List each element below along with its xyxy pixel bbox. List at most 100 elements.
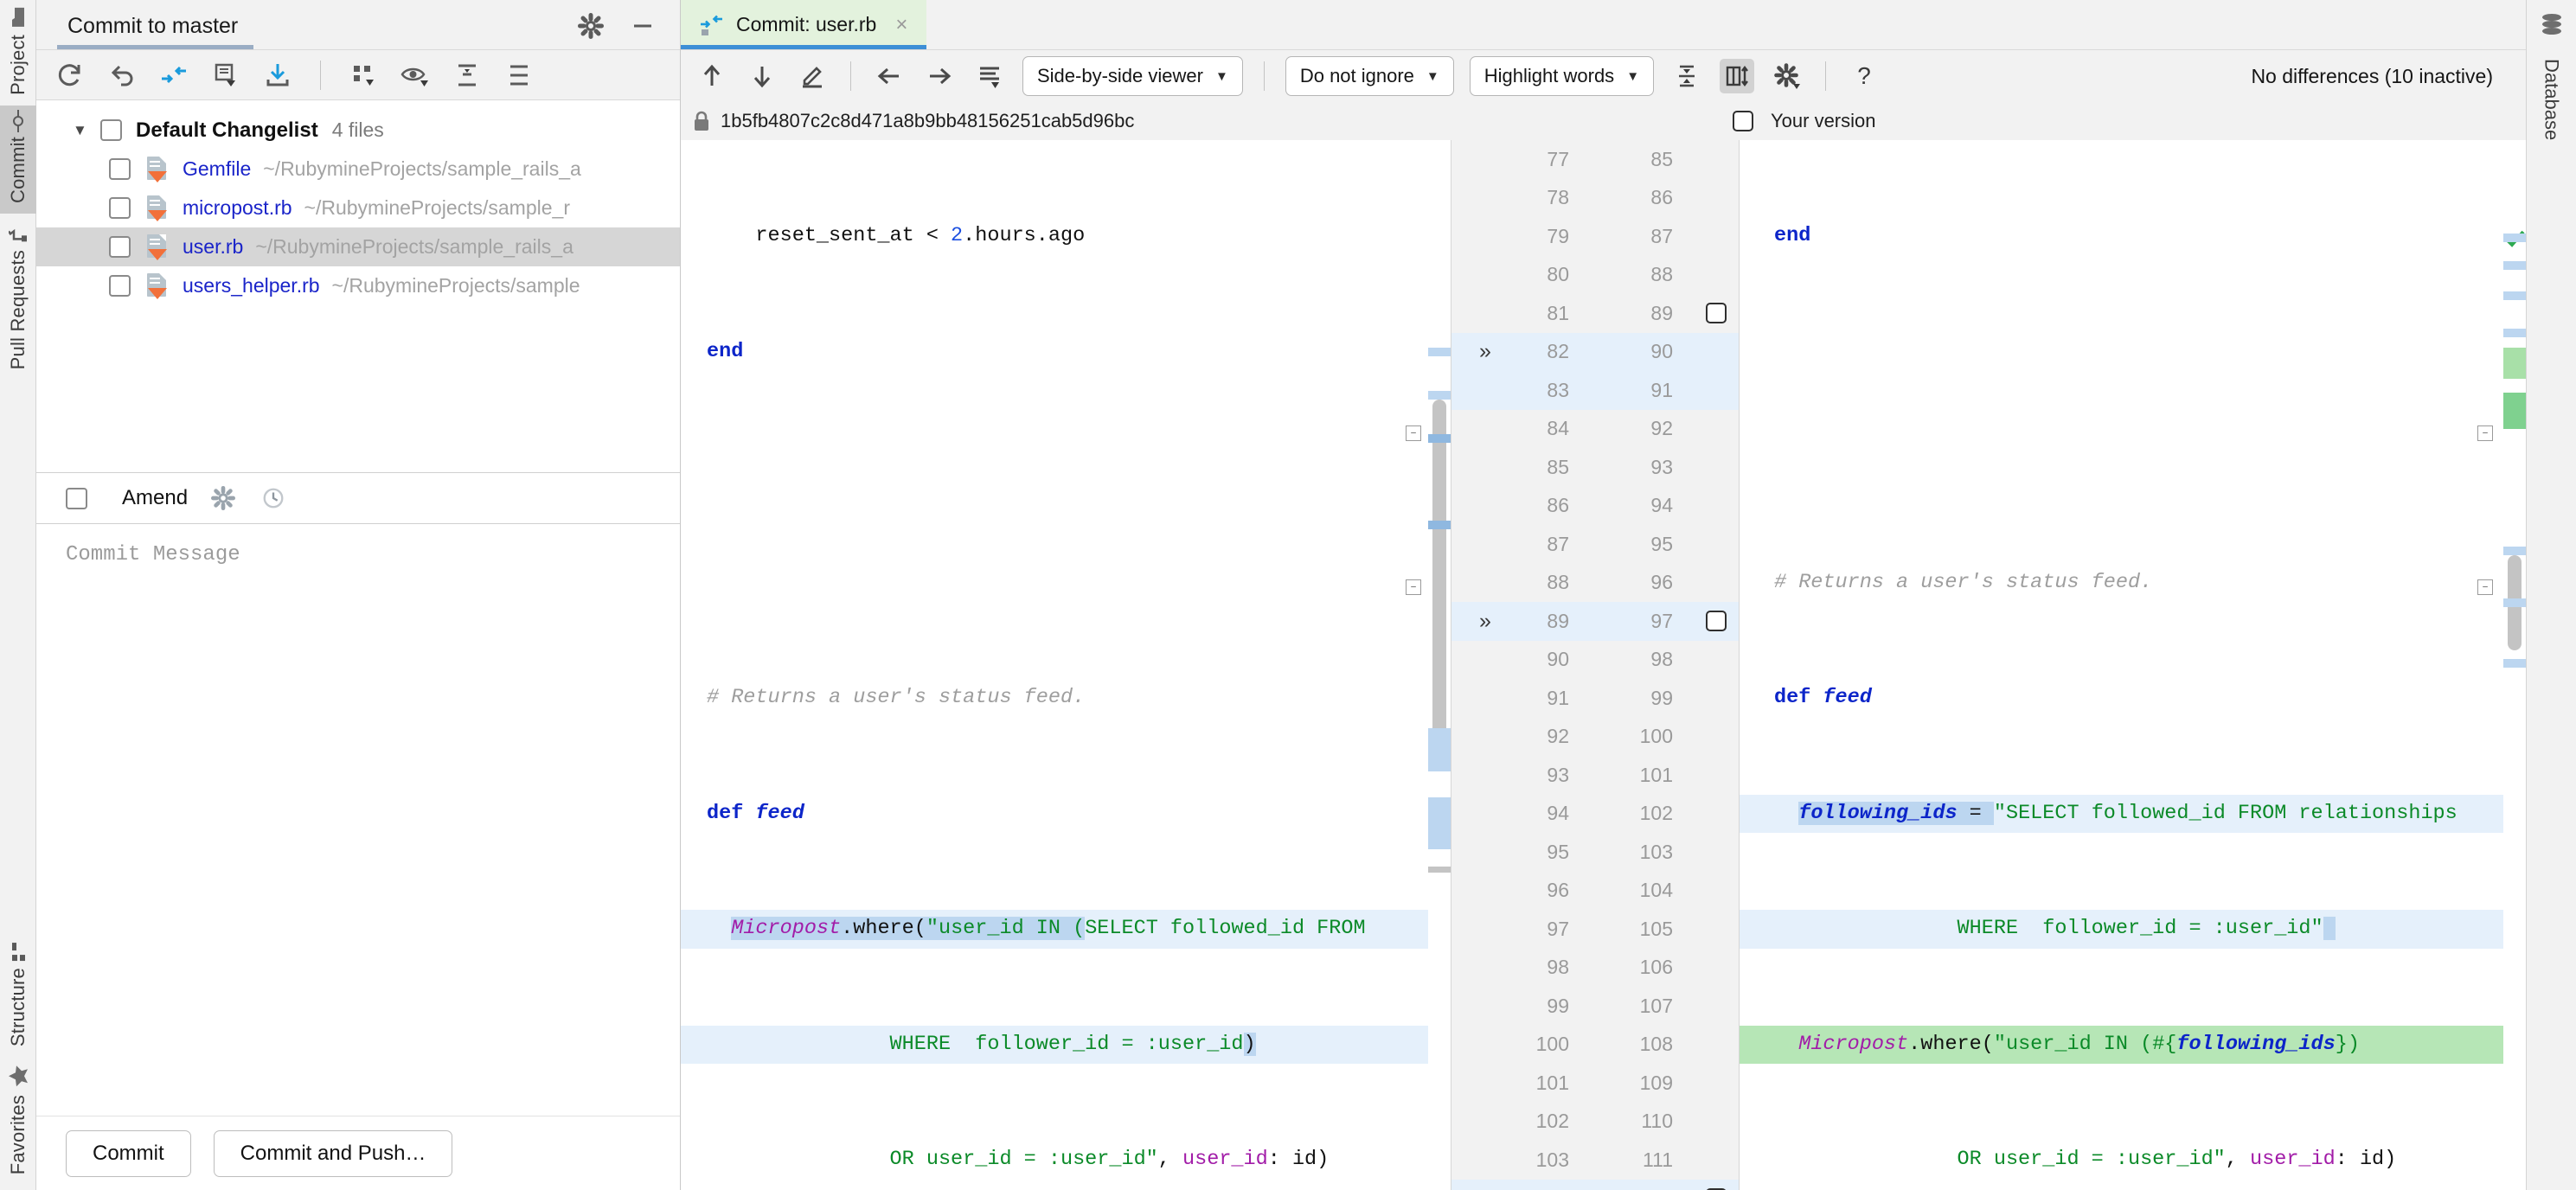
gutter-row-changed: »104112	[1451, 1180, 1739, 1190]
gutter-row: 8694	[1451, 487, 1739, 526]
shelve-icon[interactable]	[159, 61, 189, 90]
fold-marker[interactable]: –	[2477, 425, 2493, 441]
sidebar-tab-structure[interactable]: Structure	[7, 935, 29, 1057]
left-pane-scrollbar[interactable]	[1428, 140, 1451, 1190]
annotate-pencil-icon[interactable]	[795, 59, 830, 93]
right-line-number: 103	[1640, 841, 1673, 864]
file-checkbox[interactable]	[109, 275, 131, 297]
apply-change-icon[interactable]: »	[1479, 339, 1491, 364]
file-row-user[interactable]: user.rb ~/RubymineProjects/sample_rails_…	[36, 227, 680, 266]
accept-change-checkbox[interactable]	[1706, 611, 1727, 631]
show-diff-icon[interactable]	[211, 61, 240, 90]
update-project-icon[interactable]	[263, 61, 292, 90]
diff-settings-gear-icon[interactable]	[1770, 59, 1804, 93]
sidebar-tab-project[interactable]: Project	[7, 0, 29, 106]
commit-panel-toolbar	[36, 50, 680, 100]
sidebar-tab-favorites[interactable]: Favorites	[7, 1057, 29, 1185]
fold-marker[interactable]: –	[1406, 425, 1421, 441]
expand-all-icon[interactable]	[452, 61, 482, 90]
apply-change-icon[interactable]: »	[1479, 609, 1491, 634]
gutter-row: 8492	[1451, 410, 1739, 449]
gutter-row: 103111	[1451, 1141, 1739, 1180]
left-pane-header: 1b5fb4807c2c8d471a8b9bb48156251cab5d96bc	[681, 110, 1451, 132]
right-pane-checkbox[interactable]	[1733, 111, 1753, 131]
commit-history-clock-icon[interactable]	[259, 483, 288, 513]
minimize-icon[interactable]	[628, 11, 657, 41]
file-checkbox[interactable]	[109, 197, 131, 219]
code-line: def feed	[681, 795, 1451, 834]
viewer-mode-dropdown[interactable]: Side-by-side viewer ▼	[1022, 56, 1243, 96]
help-icon[interactable]: ?	[1847, 59, 1881, 93]
left-line-number: 102	[1536, 1110, 1569, 1133]
left-line-number: 100	[1536, 1033, 1569, 1056]
diff-marker	[2503, 329, 2526, 337]
database-label: Database	[2541, 59, 2563, 140]
diff-gutter: 7785 7886 7987 8088 8189 »8290 8391 8492…	[1451, 140, 1740, 1190]
fold-marker[interactable]: –	[1406, 579, 1421, 595]
left-line-number: 98	[1547, 956, 1569, 979]
changelist-row[interactable]: ▼ Default Changelist 4 files	[36, 111, 680, 150]
previous-difference-icon[interactable]	[695, 59, 729, 93]
collapse-unchanged-fragments-icon[interactable]	[1669, 59, 1704, 93]
commit-panel-title[interactable]: Commit to master	[36, 14, 260, 49]
accept-change-checkbox[interactable]	[1706, 303, 1727, 323]
chevron-down-icon[interactable]: ▼	[73, 122, 95, 139]
left-strip-bottom-group: Structure Favorites	[7, 935, 29, 1190]
rollback-icon[interactable]	[107, 61, 137, 90]
commit-button[interactable]: Commit	[66, 1130, 191, 1177]
amend-label: Amend	[122, 486, 188, 510]
right-line-number: 106	[1640, 956, 1673, 979]
left-line-number: 77	[1547, 148, 1569, 171]
left-line-number: 104	[1536, 1187, 1569, 1190]
apply-right-icon[interactable]	[922, 59, 957, 93]
file-row-users-helper[interactable]: users_helper.rb ~/RubymineProjects/sampl…	[36, 266, 680, 305]
editor-tab-commit-user-rb[interactable]: Commit: user.rb ×	[681, 0, 926, 49]
gutter-row: 97105	[1451, 910, 1739, 949]
refresh-icon[interactable]	[55, 61, 85, 90]
gutter-row: 99107	[1451, 987, 1739, 1026]
changelist-checkbox[interactable]	[100, 119, 122, 141]
left-code-pane[interactable]: reset_sent_at < 2.hours.ago end # Return…	[681, 140, 1451, 1190]
apply-change-icon[interactable]: »	[1479, 1186, 1491, 1190]
next-difference-icon[interactable]	[745, 59, 779, 93]
changelist-file-count: 4 files	[332, 118, 384, 142]
group-by-icon[interactable]	[349, 61, 378, 90]
commit-and-push-button[interactable]: Commit and Push…	[214, 1130, 453, 1177]
settings-icon[interactable]	[576, 11, 606, 41]
file-row-gemfile[interactable]: Gemfile ~/RubymineProjects/sample_rails_…	[36, 150, 680, 189]
gutter-row: 96104	[1451, 872, 1739, 911]
code-line: OR user_id = :user_id", user_id: id)	[1740, 1141, 2526, 1180]
star-icon	[8, 1065, 29, 1087]
gutter-row: 8795	[1451, 525, 1739, 564]
right-pane-error-stripe[interactable]	[2503, 140, 2526, 1190]
scrollbar-thumb[interactable]	[1432, 400, 1446, 763]
sidebar-tab-commit[interactable]: Commit	[0, 106, 36, 214]
left-line-number: 81	[1547, 302, 1569, 325]
file-checkbox[interactable]	[109, 158, 131, 180]
sidebar-tab-database[interactable]: Database	[2541, 50, 2563, 149]
whitespace-mode-dropdown[interactable]: Do not ignore ▼	[1285, 56, 1454, 96]
code-line-changed: WHERE follower_id = :user_id)	[681, 1026, 1451, 1065]
synchronize-scroll-icon[interactable]	[1720, 59, 1754, 93]
diff-options-lines-icon[interactable]	[972, 59, 1007, 93]
right-code-pane[interactable]: end # Returns a user's status feed. def …	[1740, 140, 2526, 1190]
gutter-row: 95103	[1451, 833, 1739, 872]
commit-message-area[interactable]: Commit Message	[36, 524, 680, 1116]
editor-tab-label: Commit: user.rb	[736, 13, 876, 36]
highlight-mode-dropdown[interactable]: Highlight words ▼	[1470, 56, 1654, 96]
commit-options-gear-icon[interactable]	[208, 483, 238, 513]
apply-left-icon[interactable]	[872, 59, 907, 93]
fold-marker[interactable]: –	[2477, 579, 2493, 595]
file-path: ~/RubymineProjects/sample_r	[304, 196, 570, 220]
right-line-number: 97	[1650, 610, 1673, 633]
close-icon[interactable]: ×	[895, 13, 907, 37]
preview-diff-icon[interactable]	[400, 61, 430, 90]
left-line-number: 86	[1547, 494, 1569, 517]
amend-checkbox[interactable]	[66, 488, 87, 509]
sidebar-tab-pull-requests[interactable]: Pull Requests	[7, 214, 29, 380]
file-row-micropost[interactable]: micropost.rb ~/RubymineProjects/sample_r	[36, 189, 680, 227]
right-line-number: 96	[1650, 571, 1673, 594]
file-checkbox[interactable]	[109, 236, 131, 258]
collapse-all-icon[interactable]	[504, 61, 534, 90]
favorites-label: Favorites	[7, 1095, 29, 1174]
